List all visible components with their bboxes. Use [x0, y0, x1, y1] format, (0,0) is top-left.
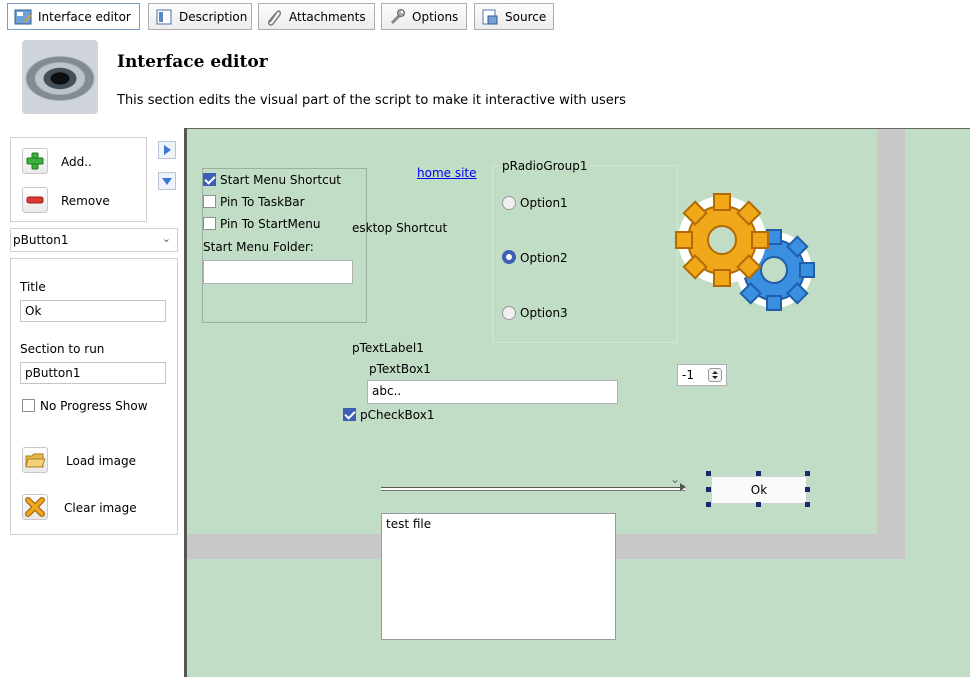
selection-handle[interactable]	[706, 487, 711, 492]
chevron-down-icon[interactable]: ⌄	[670, 472, 680, 486]
arrow-right-icon	[680, 483, 686, 491]
memo-box[interactable]: test file	[381, 513, 616, 640]
option1-label: Option1	[520, 196, 568, 210]
remove-button[interactable]: Remove	[61, 194, 110, 208]
tab-label: Options	[412, 9, 459, 24]
component-select-value: pButton1	[13, 233, 69, 247]
description-icon	[155, 8, 173, 26]
option3-label: Option3	[520, 306, 568, 320]
no-progress-checkbox[interactable]	[22, 399, 35, 412]
home-site-link[interactable]: home site	[417, 166, 477, 180]
selection-handle[interactable]	[805, 487, 810, 492]
load-image-button[interactable]: Load image	[66, 454, 136, 468]
no-progress-label: No Progress Show	[40, 399, 148, 413]
tab-description[interactable]: Description	[148, 3, 252, 30]
tab-bar: Interface editor Description Attachments…	[0, 0, 970, 33]
spin-arrows-icon[interactable]	[708, 368, 722, 382]
combo-line[interactable]	[381, 487, 685, 491]
section-field[interactable]: pButton1	[20, 362, 166, 384]
pin-startmenu-label: Pin To StartMenu	[220, 217, 321, 231]
source-icon	[481, 8, 499, 26]
spin-edit[interactable]: -1	[677, 364, 727, 386]
eye-icon	[22, 40, 98, 114]
selection-handle[interactable]	[756, 471, 761, 476]
tab-label: Interface editor	[38, 9, 131, 24]
chevron-down-icon: ⌄	[161, 232, 171, 245]
paperclip-icon	[265, 8, 283, 26]
title-field[interactable]: Ok	[20, 300, 166, 322]
move-down-button[interactable]	[158, 172, 176, 190]
interface-editor-icon	[14, 8, 32, 26]
pin-taskbar-checkbox[interactable]	[203, 195, 216, 208]
pin-taskbar-label: Pin To TaskBar	[220, 195, 305, 209]
option2-label: Option2	[520, 251, 568, 265]
start-menu-shortcut-checkbox[interactable]	[203, 173, 216, 186]
page-title: Interface editor	[117, 52, 268, 72]
tab-options[interactable]: Options	[381, 3, 467, 30]
form-right-edge	[877, 129, 905, 559]
radio-group-title: pRadioGroup1	[500, 159, 590, 173]
tab-source[interactable]: Source	[474, 3, 554, 30]
selection-handle[interactable]	[756, 502, 761, 507]
tab-label: Source	[505, 9, 547, 24]
selection-handle[interactable]	[706, 471, 711, 476]
wrench-icon	[388, 8, 406, 26]
selection-handle[interactable]	[805, 471, 810, 476]
clear-image-icon[interactable]	[22, 494, 48, 520]
component-select[interactable]: pButton1 ⌄	[10, 228, 178, 252]
textbox-label: pTextBox1	[369, 362, 431, 376]
desktop-shortcut-label: esktop Shortcut	[352, 221, 448, 235]
add-icon[interactable]	[22, 148, 48, 174]
load-image-icon[interactable]	[22, 447, 48, 473]
page-subtitle: This section edits the visual part of th…	[117, 93, 626, 108]
title-label: Title	[20, 280, 46, 294]
clear-image-button[interactable]: Clear image	[64, 501, 137, 515]
pcheckbox1-label: pCheckBox1	[360, 408, 435, 422]
section-label: Section to run	[20, 342, 105, 356]
start-menu-shortcut-label: Start Menu Shortcut	[220, 173, 342, 187]
option1-radio[interactable]	[502, 196, 516, 210]
gears-icon[interactable]	[670, 186, 825, 326]
pin-startmenu-checkbox[interactable]	[203, 217, 216, 230]
start-menu-folder-label: Start Menu Folder:	[203, 240, 314, 254]
spin-value: -1	[682, 368, 694, 382]
selection-handle[interactable]	[805, 502, 810, 507]
text-label: pTextLabel1	[352, 341, 424, 355]
tab-label: Description	[179, 9, 248, 24]
option3-radio[interactable]	[502, 306, 516, 320]
move-up-button[interactable]	[158, 141, 176, 159]
ok-button[interactable]: Ok	[711, 476, 807, 504]
add-button[interactable]: Add..	[61, 155, 92, 169]
option2-radio[interactable]	[502, 250, 516, 264]
tab-interface-editor[interactable]: Interface editor	[7, 3, 140, 30]
tab-label: Attachments	[289, 9, 366, 24]
start-menu-folder-field[interactable]	[203, 260, 353, 284]
tab-attachments[interactable]: Attachments	[258, 3, 375, 30]
pcheckbox1-checkbox[interactable]	[343, 408, 356, 421]
selection-handle[interactable]	[706, 502, 711, 507]
remove-icon[interactable]	[22, 187, 48, 213]
textbox-input[interactable]: abc..	[367, 380, 618, 404]
